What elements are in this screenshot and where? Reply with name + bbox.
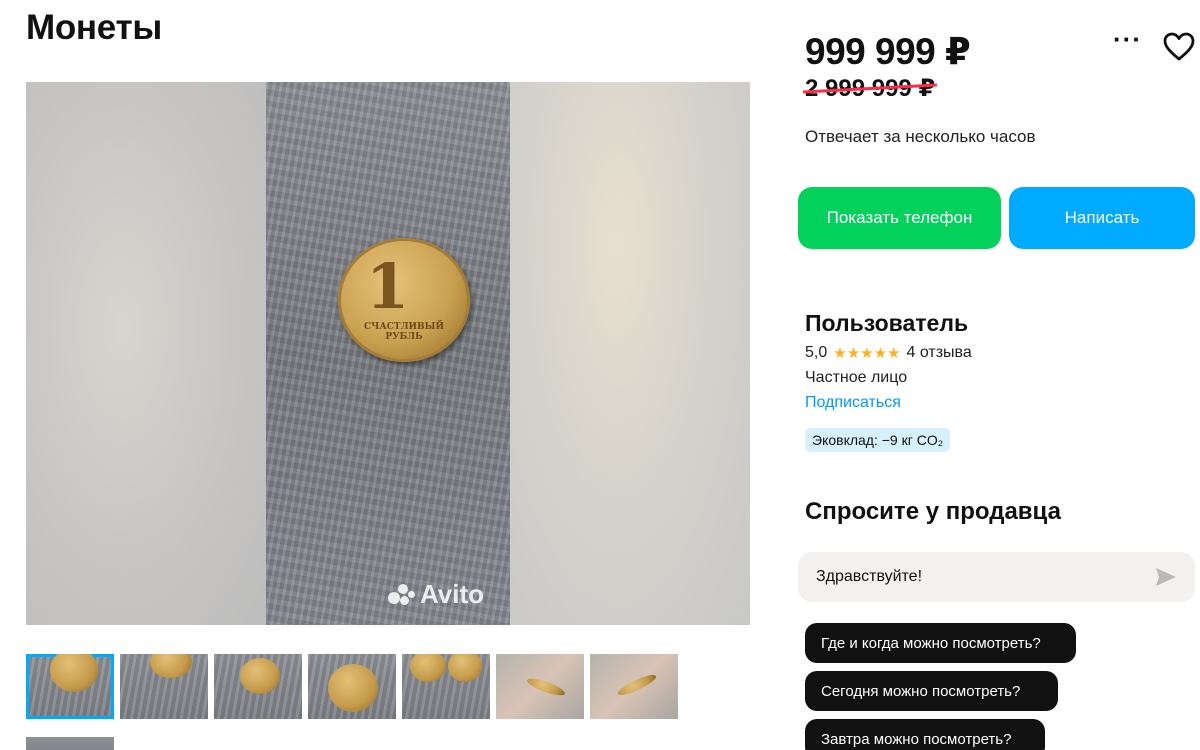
thumbnail-8[interactable] bbox=[26, 737, 114, 750]
thumbnail-6[interactable] bbox=[496, 654, 584, 719]
coin-digit: 1 bbox=[366, 250, 410, 323]
coin-text: СЧАСТЛИВЫЙ РУБЛЬ bbox=[364, 322, 444, 342]
seller-type: Частное лицо bbox=[805, 369, 908, 386]
eco-badge: Эковклад: −9 кг CO₂ bbox=[805, 428, 951, 452]
quick-question-chip[interactable]: Сегодня можно посмотреть? bbox=[805, 671, 1058, 711]
quick-question-chip[interactable]: Где и когда можно посмотреть? bbox=[805, 623, 1076, 663]
thumbnail-1[interactable] bbox=[26, 654, 114, 719]
photo-blur-left bbox=[26, 82, 266, 625]
thumbnail-7[interactable] bbox=[590, 654, 678, 719]
rating-stars-icon: ★★★★★ bbox=[833, 345, 901, 362]
listing-title: Монеты bbox=[26, 8, 162, 47]
rating-value: 5,0 bbox=[805, 344, 828, 361]
thumbnail-strip bbox=[26, 654, 678, 719]
reviews-link[interactable]: 4 отзыва bbox=[907, 344, 972, 362]
quick-question-chip[interactable]: Завтра можно посмотреть? bbox=[805, 719, 1045, 750]
show-phone-button[interactable]: Показать телефон bbox=[798, 187, 1001, 249]
more-dots-icon[interactable]: ··· bbox=[1113, 26, 1141, 58]
thumbnail-3[interactable] bbox=[214, 654, 302, 719]
old-price: 2 999 999 ₽ bbox=[805, 75, 936, 102]
thumbnail-4[interactable] bbox=[308, 654, 396, 719]
seller-name[interactable]: Пользователь bbox=[805, 310, 968, 337]
coin-image: 1 СЧАСТЛИВЫЙ РУБЛЬ bbox=[338, 238, 470, 362]
thumbnail-5[interactable] bbox=[402, 654, 490, 719]
write-button[interactable]: Написать bbox=[1009, 187, 1195, 249]
response-time: Отвечает за несколько часов bbox=[805, 127, 1036, 146]
heart-icon[interactable] bbox=[1163, 32, 1195, 62]
message-box bbox=[798, 552, 1195, 602]
send-arrow-icon[interactable] bbox=[1155, 567, 1177, 587]
subscribe-link[interactable]: Подписаться bbox=[805, 394, 901, 412]
seller-rating: 5,0 ★★★★★ 4 отзыва bbox=[805, 344, 972, 362]
coin-photo: 1 СЧАСТЛИВЫЙ РУБЛЬ bbox=[266, 82, 510, 625]
main-photo[interactable]: 1 СЧАСТЛИВЫЙ РУБЛЬ Avito bbox=[26, 82, 750, 625]
photo-blur-right bbox=[510, 82, 750, 625]
message-input[interactable] bbox=[816, 552, 1146, 602]
ask-seller-title: Спросите у продавца bbox=[805, 498, 1061, 525]
thumbnail-2[interactable] bbox=[120, 654, 208, 719]
price: 999 999 ₽ bbox=[805, 31, 971, 72]
watermark-text: Avito bbox=[420, 579, 485, 609]
avito-logo-icon bbox=[388, 582, 416, 608]
avito-watermark: Avito bbox=[388, 579, 484, 610]
